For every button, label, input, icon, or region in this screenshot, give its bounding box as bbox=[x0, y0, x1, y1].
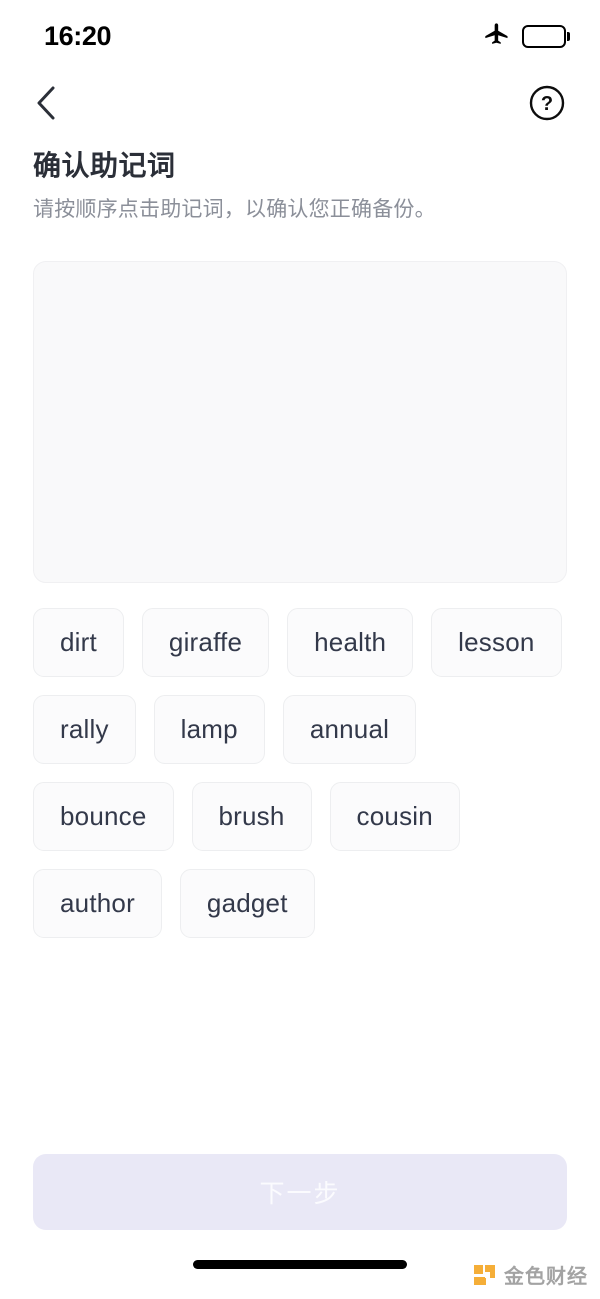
word-chip[interactable]: rally bbox=[33, 694, 136, 764]
word-chip[interactable]: giraffe bbox=[141, 607, 270, 677]
navigation-bar: ? bbox=[0, 72, 600, 134]
svg-text:?: ? bbox=[541, 93, 553, 115]
selected-words-area[interactable] bbox=[33, 260, 567, 583]
word-bank: dirt giraffe health lesson rally lamp annual bo… bbox=[33, 607, 567, 938]
home-indicator[interactable] bbox=[193, 1260, 407, 1269]
status-bar-time: 16:20 bbox=[44, 20, 112, 51]
word-chip[interactable]: lesson bbox=[431, 607, 562, 677]
header-block: 确认助记词 请按顺序点击助记词，以确认您正确备份。 bbox=[0, 134, 600, 225]
word-chip[interactable]: lamp bbox=[153, 694, 265, 764]
word-chip[interactable]: gadget bbox=[179, 868, 315, 938]
status-bar: 16:20 bbox=[0, 0, 600, 72]
word-chip[interactable]: author bbox=[33, 868, 162, 938]
next-button[interactable]: 下一步 bbox=[33, 1154, 567, 1230]
battery-icon bbox=[522, 24, 570, 48]
word-chip[interactable]: annual bbox=[282, 694, 417, 764]
watermark: 金色财经 bbox=[473, 1260, 588, 1289]
word-chip[interactable]: brush bbox=[191, 781, 312, 851]
watermark-logo-icon bbox=[473, 1263, 497, 1287]
word-chip[interactable]: health bbox=[287, 607, 414, 677]
footer: 下一步 bbox=[0, 1154, 600, 1230]
back-button[interactable] bbox=[24, 81, 68, 125]
bottom-area: 金色财经 bbox=[0, 1230, 600, 1299]
page-subtitle: 请按顺序点击助记词，以确认您正确备份。 bbox=[33, 198, 436, 222]
chevron-left-icon bbox=[37, 86, 55, 120]
status-bar-indicators bbox=[483, 20, 570, 53]
watermark-text: 金色财经 bbox=[504, 1266, 588, 1288]
airplane-mode-icon bbox=[483, 20, 511, 53]
page-title: 确认助记词 bbox=[33, 150, 176, 181]
question-mark-circle-icon: ? bbox=[529, 85, 565, 121]
app-screen: 16:20 ? 确认助记词 请按顺序点击助记词，以确认您正确备份。 dirt g… bbox=[0, 0, 600, 1299]
word-chip[interactable]: dirt bbox=[33, 607, 124, 677]
word-chip[interactable]: bounce bbox=[33, 781, 174, 851]
help-button[interactable]: ? bbox=[527, 83, 567, 123]
word-chip[interactable]: cousin bbox=[329, 781, 460, 851]
